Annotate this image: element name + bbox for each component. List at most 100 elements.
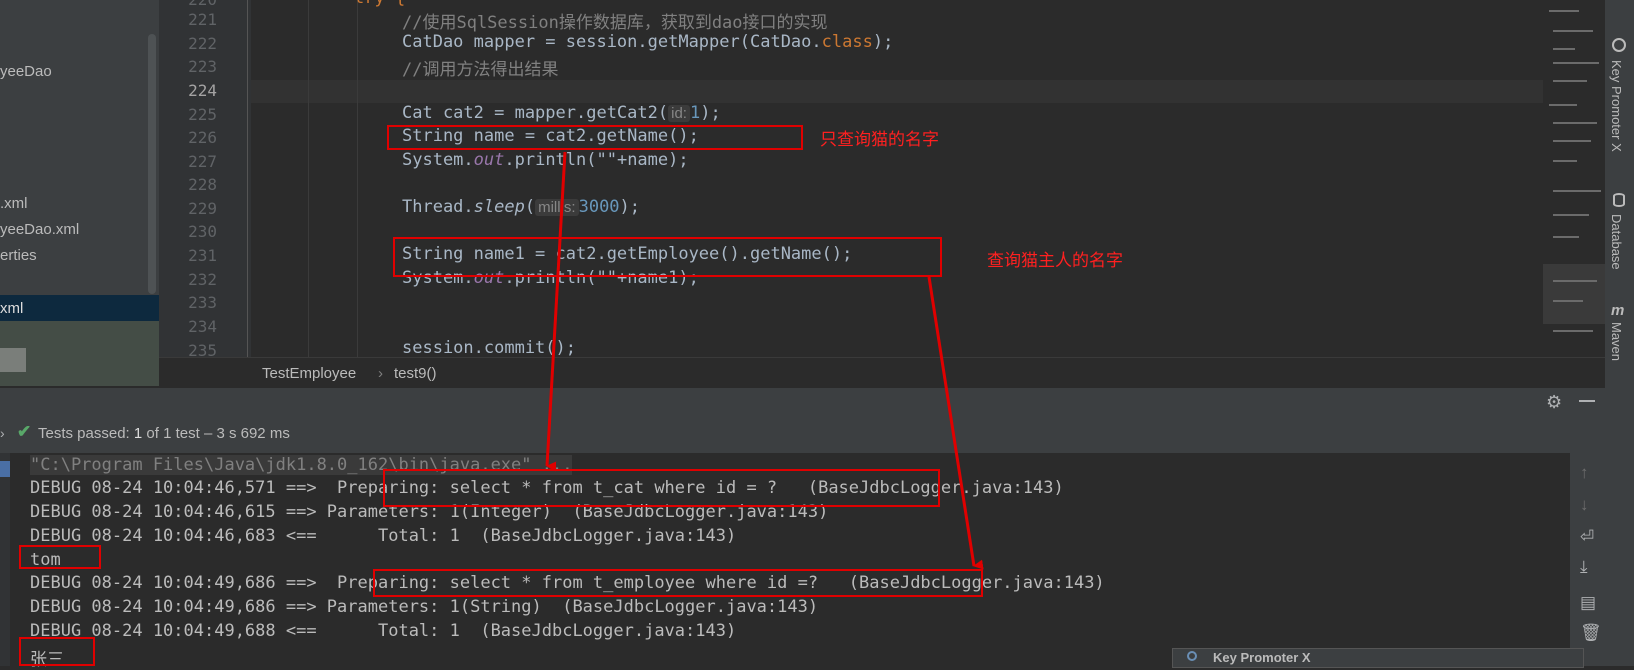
code-line-225: Cat cat2 = mapper.getCat2(id: 1);: [402, 103, 721, 123]
key-promoter-popup[interactable]: Key Promoter X: [1172, 648, 1584, 668]
key-promoter-icon[interactable]: [1612, 38, 1626, 52]
test-status-bar: › ✔ Tests passed: 1 of 1 test – 3 s 692 …: [0, 415, 1605, 453]
indent-guide: [308, 0, 309, 357]
project-tree-selected-row[interactable]: [0, 295, 159, 321]
code-segment: Thread.: [402, 197, 474, 217]
annotation-box-select-employee: [373, 569, 983, 597]
test-status-rest: of 1 test – 3 s 692 ms: [146, 425, 290, 442]
code-minimap[interactable]: [1543, 0, 1605, 357]
minimap-line: [1553, 300, 1583, 302]
run-panel-header: ⚙: [0, 387, 1605, 416]
right-tool-strip: Key Promoter X Database m Maven: [1605, 0, 1634, 666]
project-tree-item[interactable]: yeeDao: [0, 63, 52, 80]
line-number: 231: [188, 246, 217, 265]
key-promoter-tab[interactable]: Key Promoter X: [1609, 60, 1624, 152]
breadcrumb-class[interactable]: TestEmployee: [262, 365, 356, 382]
minimap-line: [1553, 330, 1593, 332]
scroll-up-icon[interactable]: ↑: [1580, 463, 1589, 483]
annotation-box-getname: [387, 125, 803, 150]
console-left-strip: [0, 453, 10, 666]
project-tree-item[interactable]: .xml: [0, 195, 28, 212]
code-segment: );: [619, 197, 641, 217]
settings-gear-icon[interactable]: ⚙: [1546, 392, 1562, 413]
keyword-try: try {: [354, 0, 405, 8]
key-promoter-popup-icon: [1187, 651, 1197, 661]
code-segment: );: [700, 103, 721, 123]
trash-icon[interactable]: 🗑: [1580, 623, 1602, 643]
line-number: 220: [167, 0, 217, 9]
minimap-line: [1553, 48, 1575, 50]
test-status-text: Tests passed: 1 of 1 test – 3 s 692 ms: [38, 425, 290, 442]
code-segment: );: [872, 32, 894, 52]
minimap-line: [1553, 30, 1593, 32]
line-number: 230: [188, 222, 217, 241]
code-line-221: //使用SqlSession操作数据库，获取到dao接口的实现: [402, 13, 828, 33]
console-toolbar: ↑ ↓ ⏎ ⤓ ▤ 🗑: [1570, 453, 1605, 666]
annotation-box-getemployee: [393, 237, 942, 277]
minimap-line: [1553, 62, 1599, 64]
param-hint-millis: millis:: [535, 199, 579, 216]
database-icon[interactable]: [1613, 193, 1625, 207]
line-number: 225: [188, 105, 217, 124]
breadcrumb-separator: ›: [378, 365, 383, 382]
keyword-class: class: [821, 32, 873, 52]
code-segment: (: [524, 197, 536, 217]
line-number: 223: [188, 57, 217, 76]
code-line-223: //调用方法得出结果: [402, 60, 559, 80]
annotation-box-zhangsan: [19, 637, 95, 666]
minimap-line: [1553, 80, 1587, 82]
print-icon[interactable]: ▤: [1580, 593, 1596, 613]
gutter-divider: [247, 0, 248, 357]
annotation-box-select-cat: [383, 469, 940, 507]
scroll-to-end-icon[interactable]: ⤓: [1580, 557, 1588, 577]
minimap-line: [1549, 10, 1579, 12]
code-segment: System.: [402, 150, 474, 170]
console-line: DEBUG 08-24 10:04:49,688 <== Total: 1 (B…: [30, 621, 737, 641]
minimap-line: [1553, 236, 1579, 238]
console-line: DEBUG 08-24 10:04:49,686 ==> Parameters:…: [30, 597, 819, 617]
code-segment: CatDao mapper = session.getMapper(CatDao…: [402, 32, 822, 52]
minimap-line: [1553, 280, 1597, 282]
code-editor[interactable]: try { //使用SqlSession操作数据库，获取到dao接口的实现 Ca…: [251, 0, 1543, 357]
code-line-222: CatDao mapper = session.getMapper(CatDao…: [402, 32, 893, 52]
database-tab[interactable]: Database: [1609, 214, 1624, 270]
scroll-down-icon[interactable]: ↓: [1580, 495, 1589, 515]
code-segment: .println(""+name);: [504, 150, 689, 170]
console-line: DEBUG 08-24 10:04:46,683 <== Total: 1 (B…: [30, 526, 737, 546]
code-line-235: session.commit();: [402, 338, 576, 357]
project-tree-item[interactable]: erties: [0, 247, 37, 264]
code-segment: Cat cat2 = mapper.getCat2(: [402, 103, 669, 123]
key-promoter-popup-title: Key Promoter X: [1213, 650, 1311, 665]
test-passed-count: 1: [133, 425, 143, 442]
project-scrollbar[interactable]: [148, 34, 156, 294]
line-number: 229: [188, 199, 217, 218]
project-panel: yeeDao .xml yeeDao.xml erties xml: [0, 0, 159, 386]
project-tree-item-selected[interactable]: xml: [0, 300, 23, 317]
expand-chevron-icon[interactable]: ›: [0, 425, 5, 441]
param-hint-id: id:: [668, 105, 690, 122]
minimize-icon[interactable]: [1579, 400, 1595, 402]
maven-icon[interactable]: m: [1611, 302, 1624, 319]
line-number-gutter: 220 221 222 223 224 225 226 227 228 229 …: [159, 0, 251, 360]
code-line-227: System.out.println(""+name);: [402, 150, 689, 170]
breadcrumb-method[interactable]: test9(): [394, 365, 437, 382]
project-tree-item[interactable]: yeeDao.xml: [0, 221, 79, 238]
code-line-220: try {: [354, 0, 405, 8]
static-method-sleep: sleep: [473, 197, 525, 217]
annotation-note-owner: 查询猫主人的名字: [987, 251, 1123, 270]
static-field-out: out: [473, 150, 505, 170]
maven-tab[interactable]: Maven: [1609, 322, 1624, 361]
breadcrumb: TestEmployee › test9(): [159, 357, 1605, 388]
console-marker: [0, 461, 10, 477]
line-number: 222: [188, 34, 217, 53]
line-number: 234: [188, 317, 217, 336]
minimap-line: [1549, 104, 1577, 106]
line-number: 232: [188, 270, 217, 289]
minimap-line: [1553, 214, 1589, 216]
indent-guide: [357, 0, 358, 357]
minimap-line: [1553, 122, 1597, 124]
minimap-viewport[interactable]: [1543, 264, 1605, 324]
annotation-box-tom: [19, 545, 101, 569]
soft-wrap-icon[interactable]: ⏎: [1580, 527, 1594, 547]
test-status-label: Tests passed:: [38, 425, 130, 442]
